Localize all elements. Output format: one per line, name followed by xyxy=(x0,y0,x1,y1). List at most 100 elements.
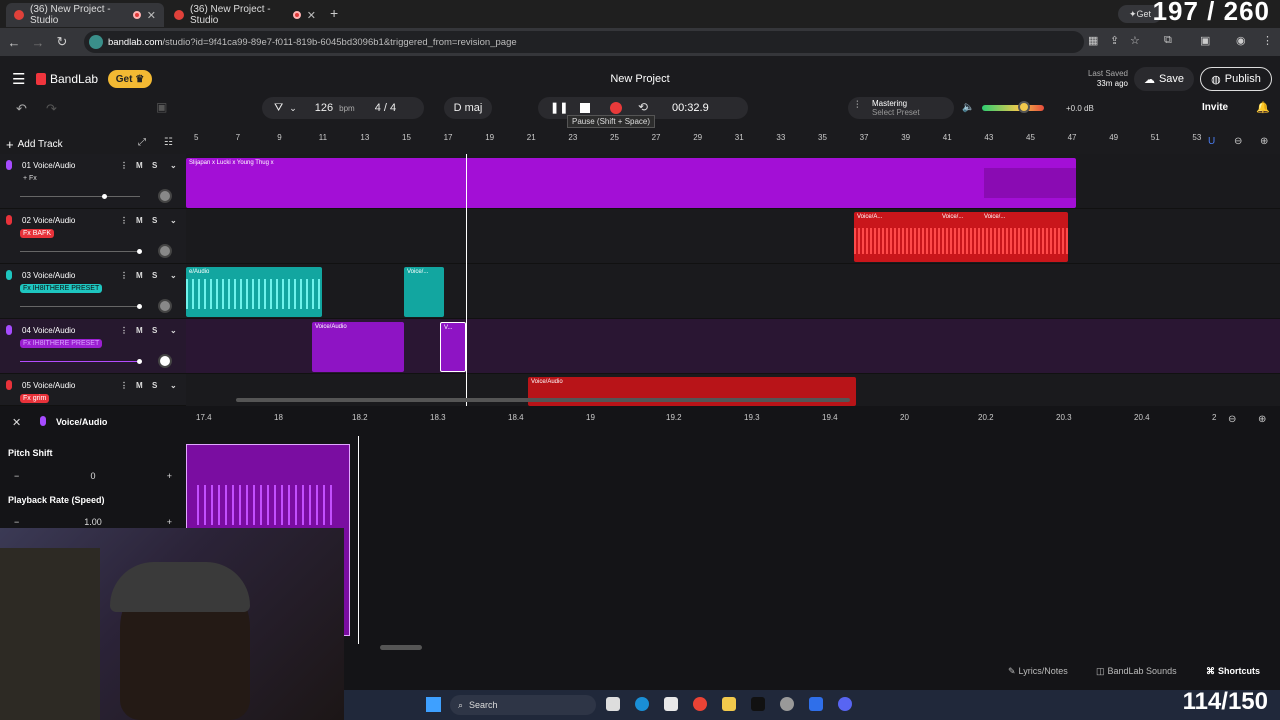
audio-clip[interactable]: Slijapan x Lucki x Young Thug x xyxy=(186,158,1076,208)
windows-start-icon[interactable] xyxy=(426,697,441,712)
settings-sliders-icon[interactable]: ☷ xyxy=(164,137,173,148)
playback-rate-stepper[interactable]: − 1.00 + xyxy=(8,515,178,529)
expand-chevron-icon[interactable]: ⌄ xyxy=(170,381,177,390)
browser-tab[interactable]: (36) New Project - Studio ✕ xyxy=(166,3,324,27)
playhead[interactable] xyxy=(466,154,467,406)
invite-button[interactable]: Invite xyxy=(1202,102,1228,113)
close-editor-icon[interactable]: ✕ xyxy=(12,416,21,429)
track-fx[interactable]: Fx IH8ITHERE PRESET xyxy=(20,284,103,293)
menu-icon[interactable]: ⋮ xyxy=(1262,34,1273,47)
master-volume-knob[interactable] xyxy=(1018,101,1030,113)
mastering-selector[interactable]: ⫶ Mastering Select Preset xyxy=(848,97,954,119)
decrement-icon[interactable]: − xyxy=(14,517,19,527)
playback-rate-value[interactable]: 1.00 xyxy=(84,517,102,527)
time-signature[interactable]: 4 / 4 xyxy=(375,102,396,114)
store-icon[interactable] xyxy=(664,697,678,711)
mute-button[interactable]: M xyxy=(136,271,143,280)
track-volume-slider[interactable] xyxy=(20,251,140,252)
solo-button[interactable]: S xyxy=(152,381,157,390)
lyrics-notes-button[interactable]: ✎ Lyrics/Notes xyxy=(1008,664,1068,678)
track-menu-icon[interactable]: ⋮ xyxy=(120,271,128,280)
track-menu-icon[interactable]: ⋮ xyxy=(120,216,128,225)
track-fx[interactable]: Fx grim xyxy=(20,394,50,403)
solo-button[interactable]: S xyxy=(152,161,157,170)
browser-tab[interactable]: (36) New Project - Studio ✕ xyxy=(6,3,164,27)
site-info-icon[interactable] xyxy=(89,35,103,49)
track-menu-icon[interactable]: ⋮ xyxy=(120,326,128,335)
editor-scrollbar[interactable] xyxy=(380,645,422,650)
solo-button[interactable]: S xyxy=(152,271,157,280)
track-name[interactable]: 02 Voice/Audio xyxy=(22,216,75,225)
bookmark-star-icon[interactable]: ☆ xyxy=(1130,34,1140,47)
arrangement-area[interactable]: Slijapan x Lucki x Young Thug x Voice/A.… xyxy=(186,154,1280,406)
track-header[interactable]: 01 Voice/Audio + Fx ⋮ M S ⌄ xyxy=(0,154,186,209)
track-lane[interactable] xyxy=(186,264,1280,319)
expand-chevron-icon[interactable]: ⌄ xyxy=(170,161,177,170)
add-track-button[interactable]: + Add Track xyxy=(6,136,82,152)
tempo-value[interactable]: 126 xyxy=(315,102,333,114)
close-tab-icon[interactable]: ✕ xyxy=(307,9,316,22)
reload-icon[interactable]: ↻ xyxy=(50,34,74,50)
editor-zoom-in-icon[interactable]: ⊕ xyxy=(1258,414,1266,425)
audio-clip-selected[interactable]: V... xyxy=(440,322,466,372)
track-fx[interactable]: + Fx xyxy=(20,174,40,183)
forward-icon[interactable]: → xyxy=(26,35,50,50)
save-button[interactable]: ☁ Save xyxy=(1134,67,1194,91)
pan-knob[interactable] xyxy=(158,189,172,203)
pitch-shift-value[interactable]: 0 xyxy=(90,471,95,481)
editor-zoom-out-icon[interactable]: ⊖ xyxy=(1228,414,1236,425)
track-lane[interactable] xyxy=(186,209,1280,264)
chrome-icon[interactable] xyxy=(693,697,707,711)
audio-clip[interactable]: e/Audio xyxy=(186,267,322,317)
redo-icon[interactable]: ↷ xyxy=(46,101,57,117)
solo-button[interactable]: S xyxy=(152,326,157,335)
undo-icon[interactable]: ↶ xyxy=(16,101,27,117)
profile-icon[interactable]: ◉ xyxy=(1236,34,1246,47)
zoom-out-icon[interactable]: ⊖ xyxy=(1234,136,1242,147)
track-volume-handle[interactable] xyxy=(137,359,142,364)
automation-icon[interactable]: ⤢ xyxy=(138,137,146,148)
mute-button[interactable]: M xyxy=(136,161,143,170)
track-volume-handle[interactable] xyxy=(137,304,142,309)
tiktok-icon[interactable] xyxy=(751,697,765,711)
expand-chevron-icon[interactable]: ⌄ xyxy=(170,216,177,225)
reader-icon[interactable]: ▦ xyxy=(1088,34,1098,47)
pan-knob[interactable] xyxy=(158,244,172,258)
pause-icon[interactable]: ❚❚ xyxy=(550,101,568,114)
dropdown-chevron-icon[interactable]: ⌄ xyxy=(289,103,297,114)
track-name[interactable]: 03 Voice/Audio xyxy=(22,271,75,280)
bandlab-sounds-button[interactable]: ◫ BandLab Sounds xyxy=(1096,664,1177,678)
publish-button[interactable]: ◍ Publish xyxy=(1200,67,1272,91)
bandlab-logo[interactable]: BandLab xyxy=(36,72,98,86)
file-explorer-icon[interactable] xyxy=(722,697,736,711)
horizontal-scrollbar[interactable] xyxy=(236,398,850,402)
track-header[interactable]: 02 Voice/Audio Fx BAFK ⋮ M S ⌄ xyxy=(0,209,186,264)
decrement-icon[interactable]: − xyxy=(14,471,19,481)
discord-icon[interactable] xyxy=(838,697,852,711)
pan-knob[interactable] xyxy=(158,299,172,313)
pitch-shift-stepper[interactable]: − 0 + xyxy=(8,469,178,483)
edge-icon[interactable] xyxy=(635,697,649,711)
mute-button[interactable]: M xyxy=(136,381,143,390)
track-volume-slider[interactable] xyxy=(20,306,140,307)
track-menu-icon[interactable]: ⋮ xyxy=(120,161,128,170)
share-icon[interactable]: ⇪ xyxy=(1110,34,1119,47)
shortcuts-button[interactable]: ⌘ Shortcuts xyxy=(1206,664,1260,678)
mixer-icon[interactable]: ▣ xyxy=(156,100,167,114)
track-volume-handle[interactable] xyxy=(102,194,107,199)
track-header[interactable]: 04 Voice/Audio Fx IH8ITHERE PRESET ⋮ M S… xyxy=(0,319,186,374)
project-title[interactable]: New Project xyxy=(560,73,720,85)
expand-chevron-icon[interactable]: ⌄ xyxy=(170,326,177,335)
track-name[interactable]: 01 Voice/Audio xyxy=(22,161,75,170)
expand-chevron-icon[interactable]: ⌄ xyxy=(170,271,177,280)
app-icon[interactable] xyxy=(809,697,823,711)
get-membership-button[interactable]: Get ♛ xyxy=(108,70,152,88)
key-selector[interactable]: D maj xyxy=(444,97,492,119)
track-name[interactable]: 05 Voice/Audio xyxy=(22,381,75,390)
record-icon[interactable] xyxy=(610,102,622,114)
metronome-icon[interactable]: ⛛ xyxy=(274,102,283,115)
app-icon[interactable] xyxy=(780,697,794,711)
track-menu-icon[interactable]: ⋮ xyxy=(120,381,128,390)
stop-icon[interactable] xyxy=(580,103,590,113)
notification-bell-icon[interactable]: 🔔 xyxy=(1256,101,1270,114)
